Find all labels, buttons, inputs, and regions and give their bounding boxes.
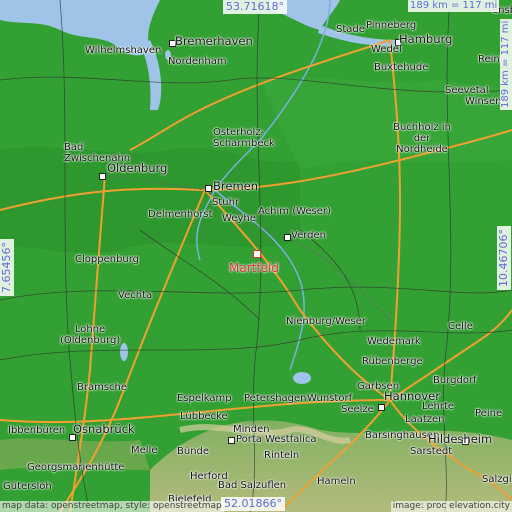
city-label: Lohne (Oldenburg) [60, 324, 121, 346]
city-label: Georgsmarienhütte [27, 462, 125, 473]
city-label: Cloppenburg [75, 254, 140, 265]
city-label: Achim (Weser) [258, 206, 331, 217]
city-label: Wedemark [367, 336, 421, 347]
city-dot [205, 185, 212, 192]
city-label: Bad Salzuflen [218, 480, 287, 491]
city-label: Nordenham [168, 56, 227, 67]
city-label: Bünde [177, 446, 210, 457]
target-marker-icon [253, 250, 261, 258]
city-label: Espelkamp [177, 393, 232, 404]
city-label: Wedel [371, 44, 402, 55]
city-label: Salzgitter [482, 474, 512, 485]
city-dot [99, 173, 106, 180]
city-dot [228, 437, 235, 444]
city-dot [378, 404, 385, 411]
city-label: Bramsche [77, 382, 128, 393]
east-coordinate: 10.46706° [497, 226, 511, 290]
city-label: Gütersloh [3, 481, 52, 492]
city-label: Buchholz in der Nordheide [393, 122, 451, 155]
map: Bremerhaven Nordenham Wilhelmshaven Stad… [0, 0, 512, 512]
city-label: Ibbenbüren [8, 425, 66, 436]
city-label: Lehrte [422, 401, 455, 412]
city-label: Celle [448, 321, 473, 332]
city-label: Melle [131, 445, 158, 456]
north-coordinate: 53.71618° [223, 0, 287, 14]
city-label: Hildesheim [428, 432, 493, 446]
city-dot [284, 234, 291, 241]
city-label: Laatzen [405, 414, 445, 425]
city-label: Vechta [118, 290, 153, 301]
city-label: Winsen [465, 96, 502, 107]
city-label: Buxtehude [374, 62, 429, 73]
attribution-left: map data: openstreetmap, style: openstre… [0, 501, 224, 512]
city-label: Rübenberge [362, 356, 423, 367]
city-label: Lübbecke [180, 411, 228, 422]
city-label: Peine [475, 408, 503, 419]
west-coordinate: 7.65456° [0, 239, 14, 296]
city-label: Hamburg [399, 32, 453, 46]
city-label: Seevetal [445, 85, 489, 96]
attribution-right: image: proc elevation.city [390, 501, 512, 512]
city-label: Bremen [213, 179, 259, 193]
city-label: Weyhe [222, 213, 256, 224]
city-label: Verden [291, 230, 326, 241]
city-label: Osterholz-Scharmbeck [213, 127, 275, 149]
city-label: Oldenburg [107, 161, 168, 175]
city-label: Nienburg/Weser [286, 316, 367, 327]
city-label: Stuhr [212, 197, 240, 208]
city-label: Pinneberg [366, 20, 417, 31]
target-city-label: Martfeld [229, 261, 279, 275]
city-label: Stade [336, 24, 365, 35]
scale-bar-right: 189 km = 117 mi [500, 18, 512, 110]
city-label: Rinteln [264, 450, 300, 461]
city-label: Petershagen [244, 393, 307, 404]
city-label: Osnabrück [73, 422, 135, 436]
scale-bar-top: 189 km = 117 mi [408, 0, 500, 12]
city-label: Seelze [341, 404, 374, 415]
city-label: Bremerhaven [175, 34, 253, 48]
city-label: Porta Westfalica [236, 434, 317, 445]
city-label: Hameln [317, 476, 356, 487]
city-label: Wunstorf [307, 393, 353, 404]
city-label: Wilhelmshaven [85, 45, 162, 56]
city-label: Sarstedt [410, 446, 453, 457]
city-label: Delmenhorst [148, 209, 213, 220]
south-coordinate: 52.01866° [221, 497, 285, 511]
city-label: Burgdorf [433, 375, 477, 386]
